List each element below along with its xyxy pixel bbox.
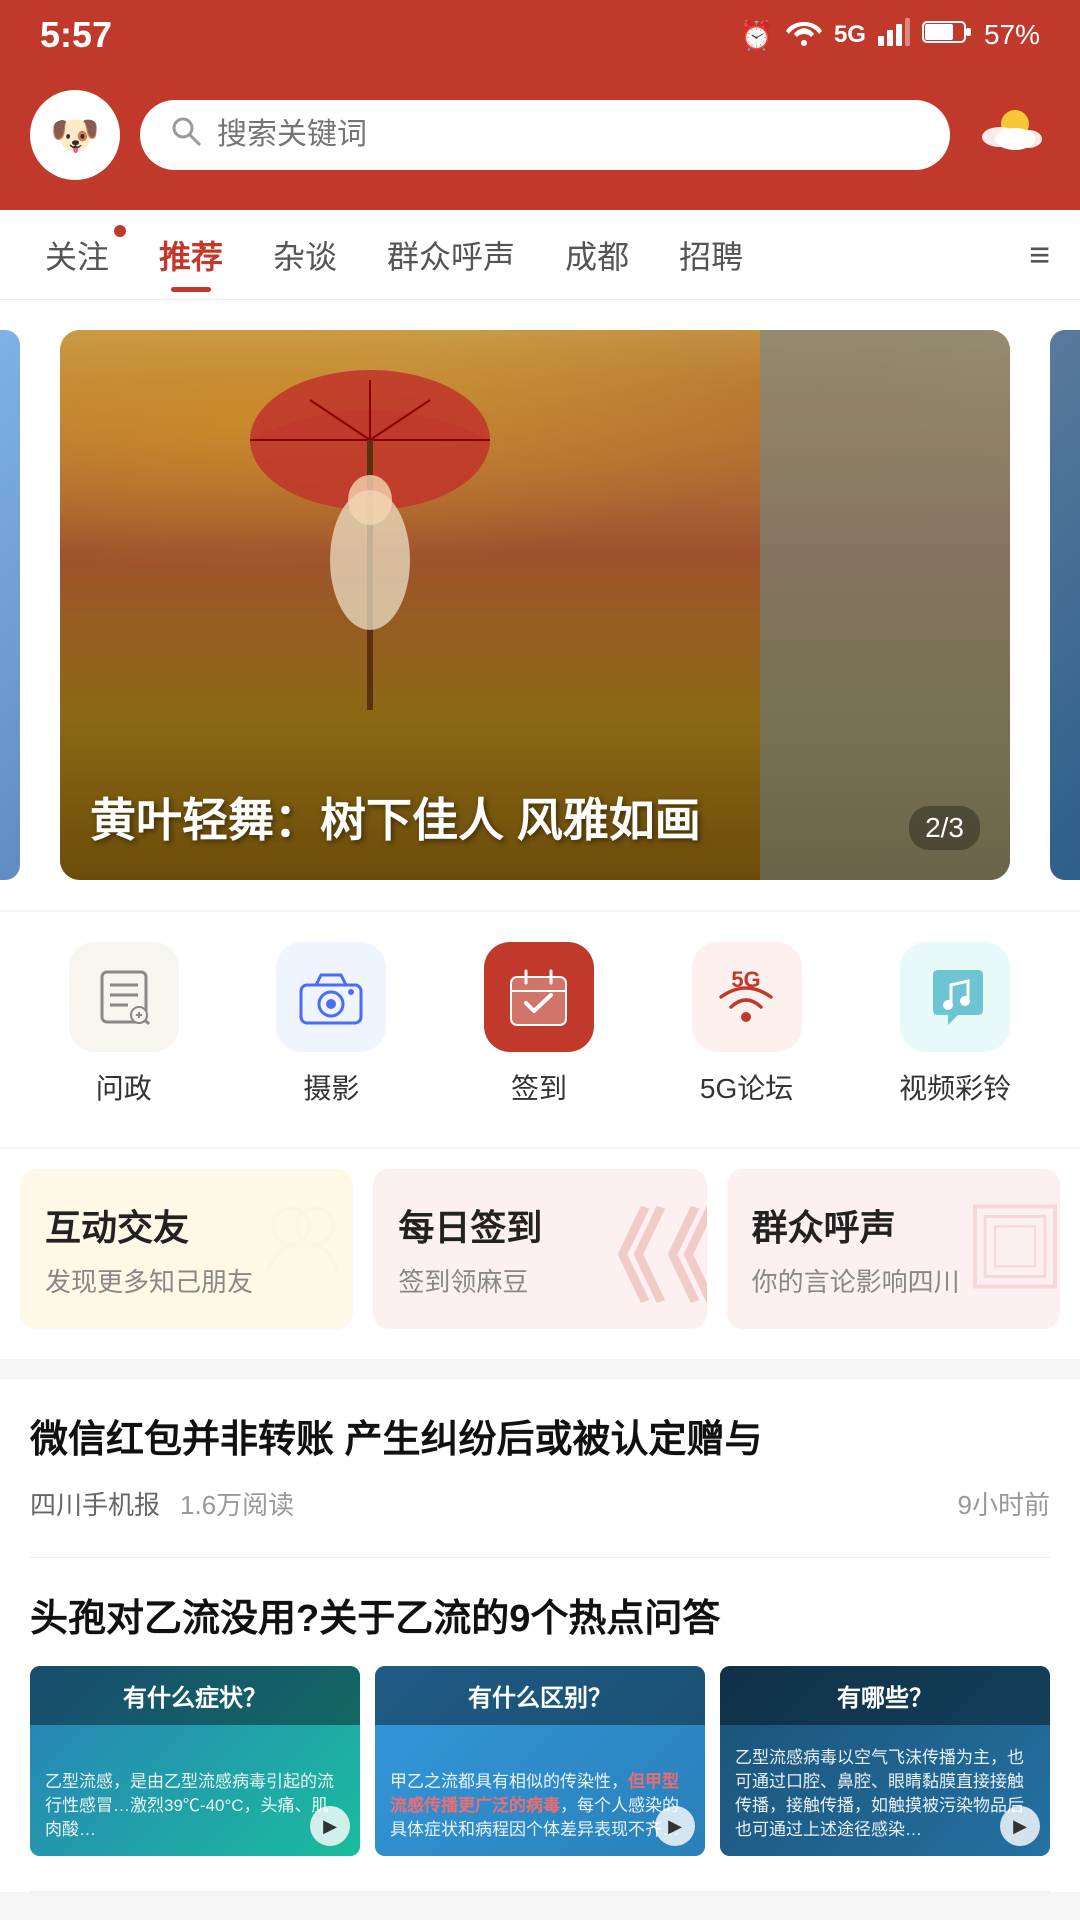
banner-overlay: 黄叶轻舞：树下佳人 风雅如画 2/3 xyxy=(90,784,980,850)
banner-title: 黄叶轻舞：树下佳人 风雅如画 xyxy=(90,784,701,850)
wenzheng-icon xyxy=(69,942,179,1052)
thumb-1-text: 乙型流感，是由乙型流感病毒引起的流行性感冒…激烈39℃-40°C，头痛、肌肉酸… xyxy=(35,1760,355,1851)
tab-zaitan[interactable]: 杂谈 xyxy=(248,210,362,300)
article-2-title: 头孢对乙流没用?关于乙流的9个热点问答 xyxy=(30,1593,1050,1646)
news-article-1[interactable]: 微信红包并非转账 产生纠纷后或被认定赠与 四川手机报 1.6万阅读 9小时前 xyxy=(30,1379,1050,1558)
tab-zhaopin[interactable]: 招聘 xyxy=(654,210,768,300)
article-2-thumb-3[interactable]: 有哪些？ 乙型流感病毒以空气飞沫传播为主，也可通过口腔、鼻腔、眼睛黏膜直接接触传… xyxy=(720,1666,1050,1856)
5g-icon: 5G xyxy=(692,942,802,1052)
quick-icons-section: 问政 摄影 签到 xyxy=(0,912,1080,1147)
quick-icon-caolin[interactable]: 视频彩铃 xyxy=(899,942,1011,1107)
quick-icon-5g[interactable]: 5G 5G论坛 xyxy=(692,942,802,1107)
feature-card-qiandao[interactable]: 每日签到 签到领麻豆 《《 xyxy=(373,1169,706,1329)
news-article-2[interactable]: 头孢对乙流没用?关于乙流的9个热点问答 有什么症状？ 乙型流感，是由乙型流感病毒… xyxy=(30,1558,1050,1892)
article-2-images: 有什么症状？ 乙型流感，是由乙型流感病毒引起的流行性感冒…激烈39℃-40°C，… xyxy=(30,1666,1050,1856)
quick-icon-wenzheng[interactable]: 问政 xyxy=(69,942,179,1107)
signal-label: 5G xyxy=(834,21,866,49)
sheying-icon xyxy=(276,942,386,1052)
battery-percent: 57% xyxy=(984,19,1040,51)
status-icons: ⏰ 5G 57% xyxy=(739,18,1040,53)
search-bar[interactable] xyxy=(140,100,950,170)
app-header: 🐶 xyxy=(0,70,1080,210)
caolin-icon xyxy=(900,942,1010,1052)
banner-counter: 2/3 xyxy=(909,806,980,850)
sheying-label: 摄影 xyxy=(303,1067,359,1107)
quick-icon-qiandao[interactable]: 签到 xyxy=(484,942,594,1107)
5g-label: 5G论坛 xyxy=(700,1067,793,1107)
hudong-deco xyxy=(263,1201,343,1297)
caolin-label: 视频彩铃 xyxy=(899,1067,1011,1107)
avatar[interactable]: 🐶 xyxy=(30,90,120,180)
news-section: 微信红包并非转账 产生纠纷后或被认定赠与 四川手机报 1.6万阅读 9小时前 头… xyxy=(0,1379,1080,1892)
article-1-reads: 1.6万阅读 xyxy=(180,1485,294,1522)
tab-qunzhong[interactable]: 群众呼声 xyxy=(362,210,540,300)
article-1-source: 四川手机报 xyxy=(30,1485,160,1522)
tab-guanzhu[interactable]: 关注 xyxy=(20,210,134,300)
nav-tabs: 关注 推荐 杂谈 群众呼声 成都 招聘 ≡ xyxy=(0,210,1080,300)
feature-card-qunzhong[interactable]: 群众呼声 你的言论影响四川 xyxy=(727,1169,1060,1329)
banner-card[interactable]: 黄叶轻舞：树下佳人 风雅如画 2/3 xyxy=(60,330,1010,880)
search-icon xyxy=(170,115,202,155)
tab-tuijian[interactable]: 推荐 xyxy=(134,210,248,300)
alarm-icon: ⏰ xyxy=(739,19,774,52)
tab-chengdu[interactable]: 成都 xyxy=(540,210,654,300)
tab-dot xyxy=(114,225,126,237)
feature-cards-section: 互动交友 发现更多知己朋友 每日签到 签到领麻豆 《《 群众呼声 你的言论影响四… xyxy=(0,1149,1080,1359)
thumb-2-text: 甲乙之流都具有相似的传染性，但甲型流感传播更广泛的病毒，每个人感染的具体症状和病… xyxy=(380,1760,700,1851)
article-2-thumb-1[interactable]: 有什么症状？ 乙型流感，是由乙型流感病毒引起的流行性感冒…激烈39℃-40°C，… xyxy=(30,1666,360,1856)
signal-bars-icon xyxy=(878,18,910,53)
svg-text:5G: 5G xyxy=(731,967,760,992)
wenzheng-label: 问政 xyxy=(96,1067,152,1107)
feature-card-hudong[interactable]: 互动交友 发现更多知己朋友 xyxy=(20,1169,353,1329)
weather-icon[interactable] xyxy=(970,99,1050,171)
wifi-icon xyxy=(786,18,822,53)
nav-more-button[interactable]: ≡ xyxy=(1019,234,1060,276)
qiandao-label: 签到 xyxy=(511,1067,567,1107)
quick-icon-sheying[interactable]: 摄影 xyxy=(276,942,386,1107)
article-1-title: 微信红包并非转账 产生纠纷后或被认定赠与 xyxy=(30,1414,1050,1467)
article-2-thumb-2[interactable]: 有什么区别？ 甲乙之流都具有相似的传染性，但甲型流感传播更广泛的病毒，每个人感染… xyxy=(375,1666,705,1856)
avatar-emoji: 🐶 xyxy=(50,112,100,159)
search-input[interactable] xyxy=(217,118,920,152)
battery-icon xyxy=(922,19,972,52)
article-1-meta: 四川手机报 1.6万阅读 9小时前 xyxy=(30,1485,1050,1522)
status-time: 5:57 xyxy=(40,14,112,56)
thumb-3-text: 乙型流感病毒以空气飞沫传播为主，也可通过口腔、鼻腔、眼睛黏膜直接接触传播，接触传… xyxy=(725,1736,1045,1851)
qiandao-icon xyxy=(484,942,594,1052)
status-bar: 5:57 ⏰ 5G 57% xyxy=(0,0,1080,70)
banner-section: 黄叶轻舞：树下佳人 风雅如画 2/3 xyxy=(0,300,1080,910)
article-1-time: 9小时前 xyxy=(958,1485,1050,1522)
